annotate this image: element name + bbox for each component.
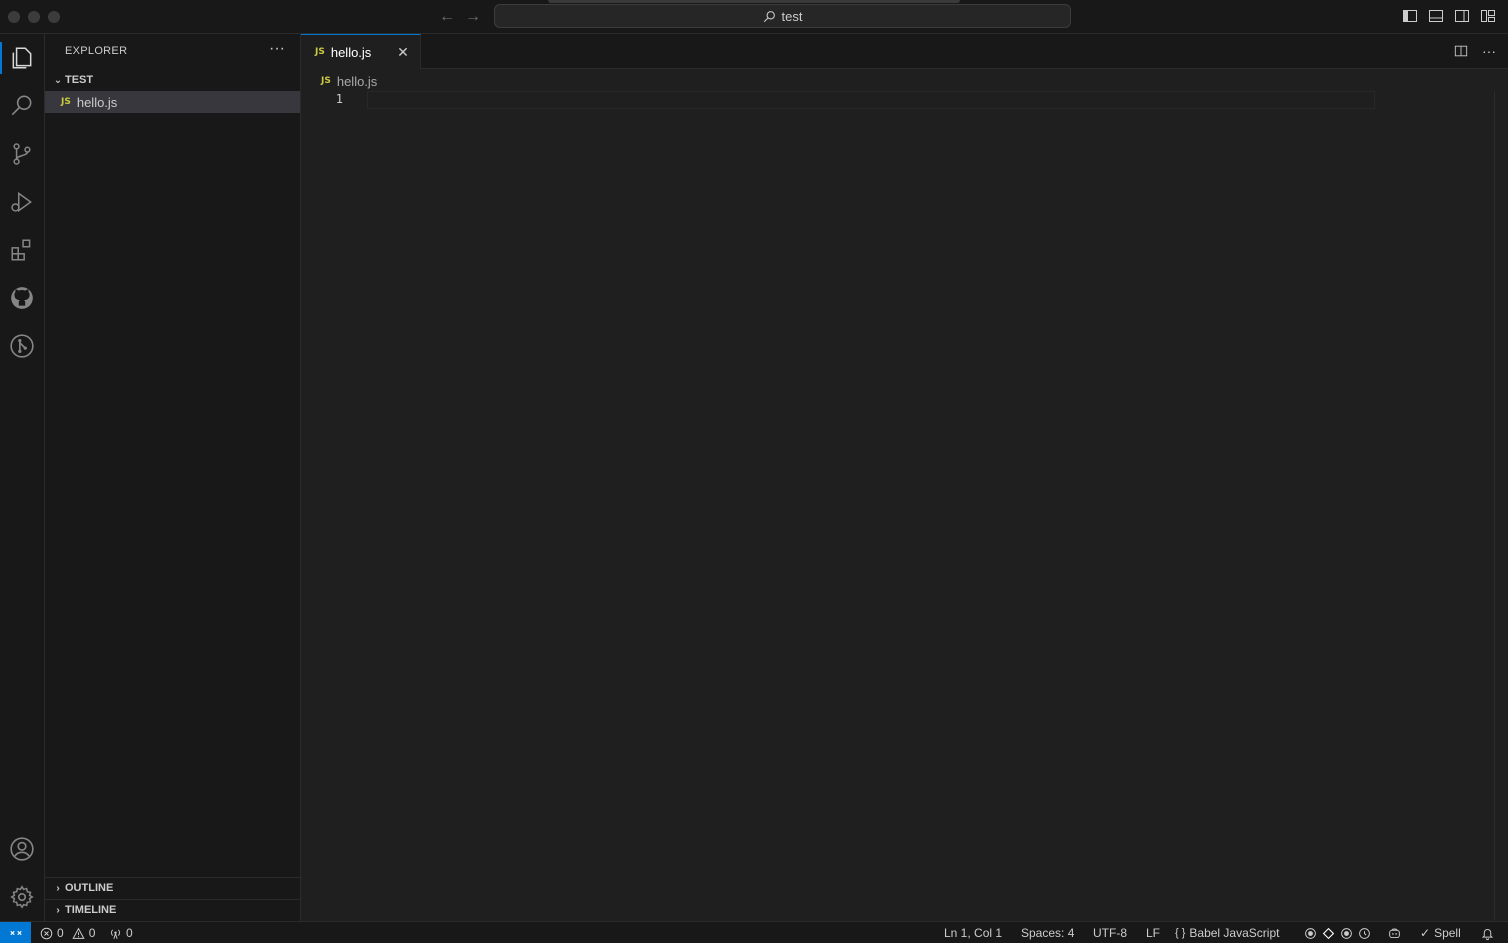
file-name: hello.js xyxy=(76,94,118,110)
breadcrumb[interactable]: JS hello.js xyxy=(321,71,377,91)
editor-area[interactable] xyxy=(301,69,1508,921)
account-icon xyxy=(10,837,34,861)
record-icon[interactable] xyxy=(1304,927,1317,940)
editor-actions: ··· xyxy=(1452,42,1498,60)
outline-section-header[interactable]: › OUTLINE xyxy=(45,877,301,899)
toggle-primary-sidebar-button[interactable] xyxy=(1402,8,1418,24)
git-graph-view-button[interactable] xyxy=(8,332,36,360)
explorer-sidebar: EXPLORER ··· ⌄ TEST JS hello.js › OUTLIN… xyxy=(45,34,301,921)
editor-scrollbar[interactable] xyxy=(1494,91,1508,921)
js-file-icon: JS xyxy=(61,97,71,107)
search-icon xyxy=(11,95,32,116)
close-tab-button[interactable]: ✕ xyxy=(394,43,412,61)
folder-section-header[interactable]: ⌄ TEST xyxy=(45,69,301,91)
extensions-icon xyxy=(11,239,31,261)
git-graph-icon xyxy=(10,334,34,358)
ports-button[interactable]: 0 xyxy=(109,922,133,943)
warning-icon xyxy=(72,927,85,939)
source-control-view-button[interactable] xyxy=(8,140,36,168)
broadcast-icon xyxy=(111,929,120,939)
customize-layout-button[interactable] xyxy=(1480,8,1496,24)
explorer-more-actions-button[interactable]: ··· xyxy=(267,40,287,60)
history-icon[interactable] xyxy=(1358,927,1371,940)
manage-settings-button[interactable] xyxy=(8,883,36,911)
bell-icon xyxy=(1481,928,1494,940)
close-window-button[interactable] xyxy=(8,11,20,23)
search-icon xyxy=(763,10,775,22)
current-line-highlight xyxy=(367,91,1375,109)
github-icon xyxy=(11,287,33,309)
title-bar: ← → test xyxy=(0,0,1508,34)
status-bar: 0 0 0 Ln 1, Col 1 Spaces: 4 UTF-8 LF { }… xyxy=(0,921,1508,943)
github-view-button[interactable] xyxy=(8,284,36,312)
error-icon xyxy=(40,927,53,939)
command-center-indicator xyxy=(548,0,960,3)
split-editor-icon xyxy=(1454,45,1468,57)
split-editor-button[interactable] xyxy=(1452,42,1470,60)
check-icon: ✓ xyxy=(1420,926,1431,940)
toggle-panel-button[interactable] xyxy=(1428,8,1444,24)
explorer-view-button[interactable] xyxy=(8,44,36,72)
editor-tabs: JS hello.js ✕ ··· xyxy=(301,34,1508,69)
command-center-text: test xyxy=(781,8,803,24)
tab-label: hello.js xyxy=(330,44,372,60)
file-item-hello-js[interactable]: JS hello.js xyxy=(45,91,300,113)
outline-label: OUTLINE xyxy=(65,882,114,894)
spell-check-button[interactable]: ✓ Spell xyxy=(1420,922,1461,943)
search-view-button[interactable] xyxy=(8,92,36,120)
files-icon xyxy=(12,47,32,69)
sidebar-left-icon xyxy=(1403,10,1417,22)
toggle-secondary-sidebar-button[interactable] xyxy=(1454,8,1470,24)
minimize-window-button[interactable] xyxy=(28,11,40,23)
tab-hello-js[interactable]: JS hello.js ✕ xyxy=(301,34,421,69)
breadcrumb-file[interactable]: hello.js xyxy=(337,74,377,89)
gear-icon xyxy=(10,885,34,909)
sidebar-title: EXPLORER xyxy=(65,45,128,57)
copilot-button[interactable] xyxy=(1388,922,1401,943)
remote-indicator-button[interactable] xyxy=(0,922,31,943)
code-diamond-icon[interactable] xyxy=(1322,927,1335,940)
active-view-indicator xyxy=(0,42,2,74)
extensions-view-button[interactable] xyxy=(8,236,36,264)
braces-icon: { } xyxy=(1175,927,1186,939)
panel-icon xyxy=(1429,10,1443,22)
notifications-button[interactable] xyxy=(1481,922,1494,943)
live-share-icon[interactable] xyxy=(1340,927,1353,940)
indentation-button[interactable]: Spaces: 4 xyxy=(1021,922,1074,943)
chevron-down-icon: ⌄ xyxy=(53,74,63,86)
line-number: 1 xyxy=(335,92,343,106)
cursor-position-button[interactable]: Ln 1, Col 1 xyxy=(944,922,1002,943)
spell-label: Spell xyxy=(1434,926,1461,940)
command-center-search[interactable]: test xyxy=(494,4,1071,28)
chevron-right-icon: › xyxy=(56,882,60,894)
activity-bar xyxy=(0,34,45,921)
run-debug-view-button[interactable] xyxy=(8,188,36,216)
error-count: 0 xyxy=(57,926,64,940)
js-file-icon: JS xyxy=(321,76,331,86)
maximize-window-button[interactable] xyxy=(48,11,60,23)
remote-icon xyxy=(9,930,22,936)
language-label: Babel JavaScript xyxy=(1189,926,1280,940)
editor-more-actions-button[interactable]: ··· xyxy=(1480,42,1498,60)
warning-count: 0 xyxy=(88,926,96,940)
timeline-section-header[interactable]: › TIMELINE xyxy=(45,899,301,921)
eol-button[interactable]: LF xyxy=(1146,922,1160,943)
go-forward-button[interactable]: → xyxy=(463,7,483,27)
folder-name: TEST xyxy=(65,74,94,86)
extension-status-icons xyxy=(1304,922,1371,943)
chevron-right-icon: › xyxy=(56,904,60,916)
accounts-button[interactable] xyxy=(8,835,36,863)
layout-icon xyxy=(1481,10,1495,22)
sidebar-right-icon xyxy=(1455,10,1469,22)
problems-button[interactable]: 0 0 xyxy=(40,922,95,943)
encoding-button[interactable]: UTF-8 xyxy=(1093,922,1127,943)
language-mode-button[interactable]: { } Babel JavaScript xyxy=(1175,922,1279,943)
run-debug-icon xyxy=(11,191,32,213)
source-control-icon xyxy=(13,143,31,165)
go-back-button[interactable]: ← xyxy=(437,7,457,27)
copilot-icon xyxy=(1389,928,1400,938)
ports-count: 0 xyxy=(126,926,133,940)
js-file-icon: JS xyxy=(315,47,325,57)
timeline-label: TIMELINE xyxy=(65,904,117,916)
